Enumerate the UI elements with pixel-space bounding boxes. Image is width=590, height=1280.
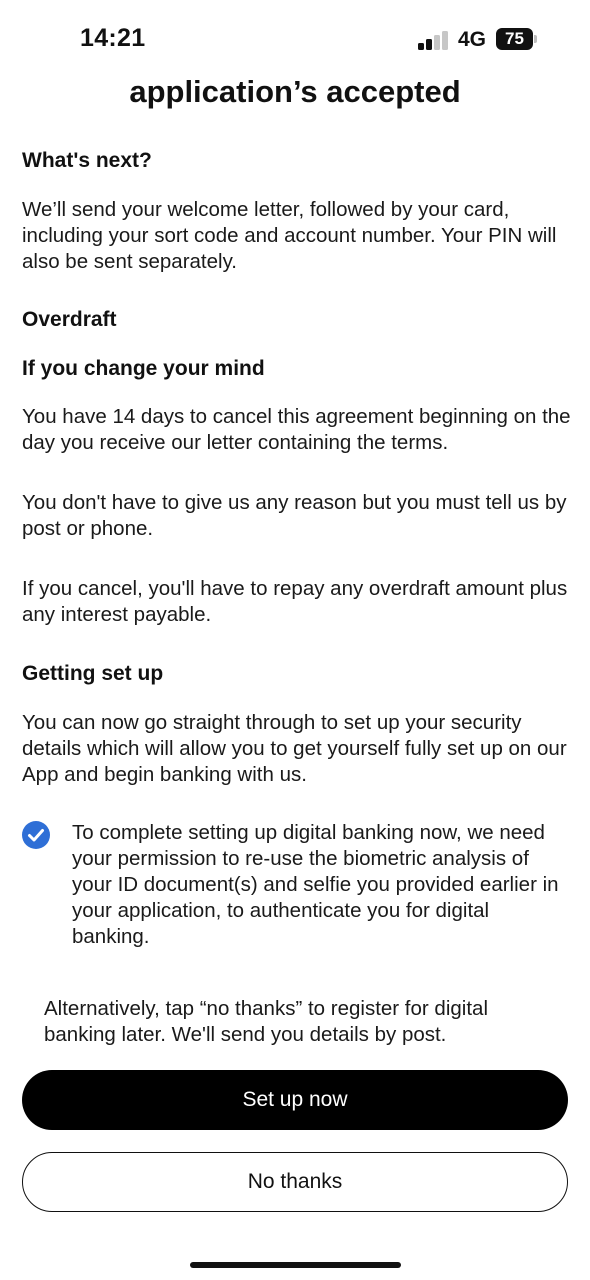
battery-level: 75 [496, 28, 533, 50]
checkmark-circle-icon[interactable] [22, 821, 50, 849]
consent-text: To complete setting up digital banking n… [72, 821, 559, 948]
battery-icon: 75 [496, 28, 537, 50]
change-mind-para-1: You have 14 days to cancel this agreemen… [22, 405, 571, 454]
battery-tip [534, 35, 537, 43]
no-thanks-button[interactable]: No thanks [22, 1152, 568, 1212]
change-mind-para-2: You don't have to give us any reason but… [22, 491, 567, 540]
network-type: 4G [458, 28, 487, 51]
set-up-now-button[interactable]: Set up now [22, 1070, 568, 1130]
cellular-signal-icon [418, 30, 450, 50]
status-time: 14:21 [80, 24, 146, 52]
home-indicator[interactable] [190, 1262, 401, 1268]
change-mind-heading: If you change your mind [22, 357, 265, 380]
whats-next-heading: What's next? [22, 149, 152, 172]
alternative-text: Alternatively, tap “no thanks” to regist… [44, 997, 488, 1046]
getting-set-up-heading: Getting set up [22, 662, 164, 685]
whats-next-body: We’ll send your welcome letter, followed… [22, 198, 557, 273]
getting-set-up-body: You can now go straight through to set u… [22, 711, 567, 786]
status-bar: 14:21 4G 75 [0, 0, 590, 70]
page-title: application’s accepted [129, 74, 461, 109]
change-mind-para-3: If you cancel, you'll have to repay any … [22, 577, 568, 626]
overdraft-heading: Overdraft [22, 308, 117, 331]
